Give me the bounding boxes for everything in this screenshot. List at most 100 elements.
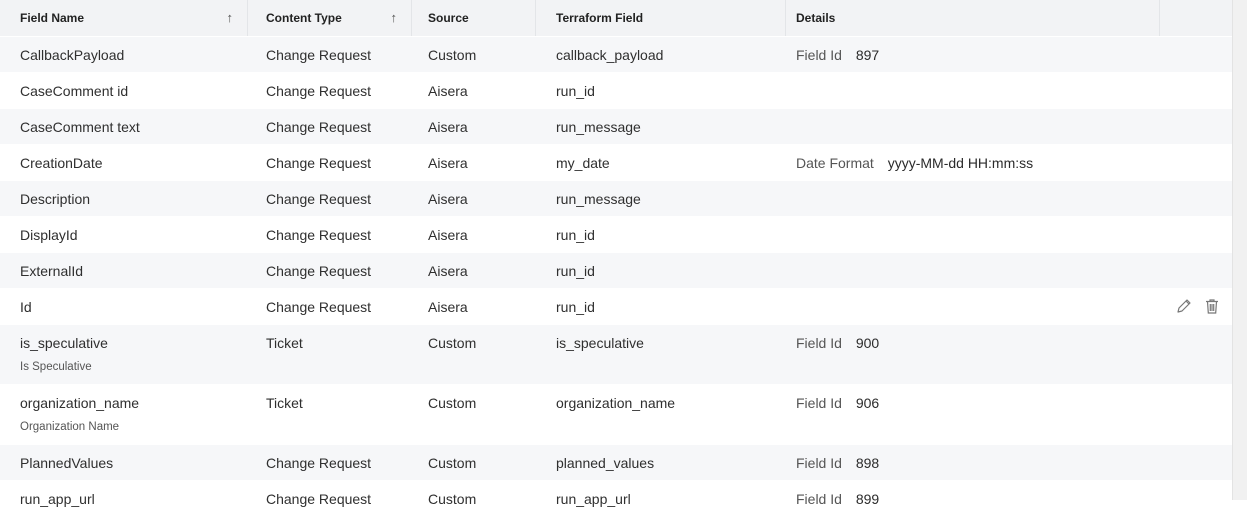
trash-icon[interactable]: [1203, 297, 1221, 318]
terraform-field: run_message: [556, 119, 641, 135]
table-row[interactable]: CreationDate Change Request Aisera my_da…: [0, 145, 1233, 181]
cell-terraform-field: run_id: [536, 217, 786, 252]
cell-terraform-field: organization_name: [536, 385, 786, 444]
source: Aisera: [428, 119, 468, 135]
cell-source: Custom: [412, 385, 536, 444]
cell-content-type: Change Request: [248, 109, 412, 144]
cell-actions: [1160, 109, 1233, 144]
source: Custom: [428, 491, 477, 507]
cell-actions: [1160, 73, 1233, 108]
row-actions: [1175, 297, 1221, 318]
cell-field-name: ExternalId: [0, 253, 248, 288]
cell-details: [786, 217, 1160, 252]
cell-actions: [1160, 37, 1233, 72]
arrow-up-icon[interactable]: ↑: [391, 10, 398, 25]
cell-content-type: Change Request: [248, 181, 412, 216]
cell-content-type: Change Request: [248, 289, 412, 324]
field-name: run_app_url: [20, 491, 95, 507]
column-header-source: Source: [412, 0, 536, 36]
terraform-field: run_id: [556, 263, 595, 279]
cell-field-name: organization_name Organization Name: [0, 385, 248, 444]
cell-terraform-field: callback_payload: [536, 37, 786, 72]
table-row[interactable]: is_speculative Is Speculative Ticket Cus…: [0, 325, 1233, 385]
vertical-scrollbar[interactable]: [1232, 0, 1247, 500]
content-type: Ticket: [266, 335, 303, 351]
source: Aisera: [428, 191, 468, 207]
column-label: Terraform Field: [556, 11, 644, 25]
cell-source: Aisera: [412, 289, 536, 324]
cell-source: Custom: [412, 445, 536, 480]
field-name: is_speculative: [20, 335, 108, 351]
content-type: Change Request: [266, 299, 372, 315]
cell-terraform-field: run_id: [536, 253, 786, 288]
cell-content-type: Change Request: [248, 37, 412, 72]
cell-field-name: PlannedValues: [0, 445, 248, 480]
cell-actions: [1160, 253, 1233, 288]
content-type: Change Request: [266, 119, 372, 135]
table-row[interactable]: ExternalId Change Request Aisera run_id: [0, 253, 1233, 289]
table-row[interactable]: CaseComment id Change Request Aisera run…: [0, 73, 1233, 109]
content-type: Change Request: [266, 47, 372, 63]
cell-field-name: CreationDate: [0, 145, 248, 180]
cell-field-name: CaseComment id: [0, 73, 248, 108]
content-type: Change Request: [266, 263, 372, 279]
field-name: CaseComment text: [20, 119, 140, 135]
table-row[interactable]: DisplayId Change Request Aisera run_id: [0, 217, 1233, 253]
arrow-up-icon[interactable]: ↑: [227, 10, 234, 25]
table-row[interactable]: CallbackPayload Change Request Custom ca…: [0, 37, 1233, 73]
cell-field-name: Description: [0, 181, 248, 216]
cell-actions: [1160, 289, 1233, 324]
cell-content-type: Change Request: [248, 217, 412, 252]
table-row[interactable]: run_app_url Change Request Custom run_ap…: [0, 481, 1233, 517]
terraform-field: planned_values: [556, 455, 655, 471]
table-row[interactable]: organization_name Organization Name Tick…: [0, 385, 1233, 445]
cell-actions: [1160, 217, 1233, 252]
source: Custom: [428, 455, 477, 471]
detail-value: 898: [855, 455, 880, 471]
cell-source: Aisera: [412, 217, 536, 252]
cell-details: [786, 181, 1160, 216]
detail-label: Field Id: [796, 47, 842, 63]
terraform-field: run_id: [556, 299, 595, 315]
detail-value: 897: [855, 47, 880, 63]
cell-content-type: Change Request: [248, 481, 412, 516]
terraform-field: callback_payload: [556, 47, 664, 63]
cell-field-name: is_speculative Is Speculative: [0, 325, 248, 384]
cell-details: Field Id 897: [786, 37, 1160, 72]
table-row[interactable]: CaseComment text Change Request Aisera r…: [0, 109, 1233, 145]
content-type: Change Request: [266, 455, 372, 471]
detail-label: Date Format: [796, 155, 874, 171]
cell-field-name: Id: [0, 289, 248, 324]
cell-actions: [1160, 181, 1233, 216]
pencil-icon[interactable]: [1175, 297, 1193, 318]
cell-details: [786, 253, 1160, 288]
cell-terraform-field: run_message: [536, 109, 786, 144]
table-row[interactable]: PlannedValues Change Request Custom plan…: [0, 445, 1233, 481]
source: Custom: [428, 47, 477, 63]
terraform-field: my_date: [556, 155, 610, 171]
cell-terraform-field: run_id: [536, 289, 786, 324]
detail-value: 906: [855, 395, 880, 411]
column-header-actions: [1160, 0, 1233, 36]
column-header-field-name[interactable]: Field Name ↑: [0, 0, 248, 36]
cell-field-name: CallbackPayload: [0, 37, 248, 72]
cell-field-name: CaseComment text: [0, 109, 248, 144]
cell-details: Field Id 906: [786, 385, 1160, 444]
cell-content-type: Change Request: [248, 253, 412, 288]
cell-terraform-field: my_date: [536, 145, 786, 180]
field-name: Description: [20, 191, 91, 207]
field-name: CallbackPayload: [20, 47, 125, 63]
cell-field-name: DisplayId: [0, 217, 248, 252]
cell-actions: [1160, 385, 1233, 444]
detail-value: 899: [855, 491, 880, 507]
table-row[interactable]: Description Change Request Aisera run_me…: [0, 181, 1233, 217]
cell-details: Field Id 899: [786, 481, 1160, 516]
cell-source: Aisera: [412, 109, 536, 144]
cell-details: Field Id 900: [786, 325, 1160, 384]
column-header-content-type[interactable]: Content Type ↑: [248, 0, 412, 36]
table-row[interactable]: Id Change Request Aisera run_id: [0, 289, 1233, 325]
cell-details: Field Id 898: [786, 445, 1160, 480]
cell-details: [786, 73, 1160, 108]
cell-field-name: run_app_url: [0, 481, 248, 516]
content-type: Change Request: [266, 491, 372, 507]
